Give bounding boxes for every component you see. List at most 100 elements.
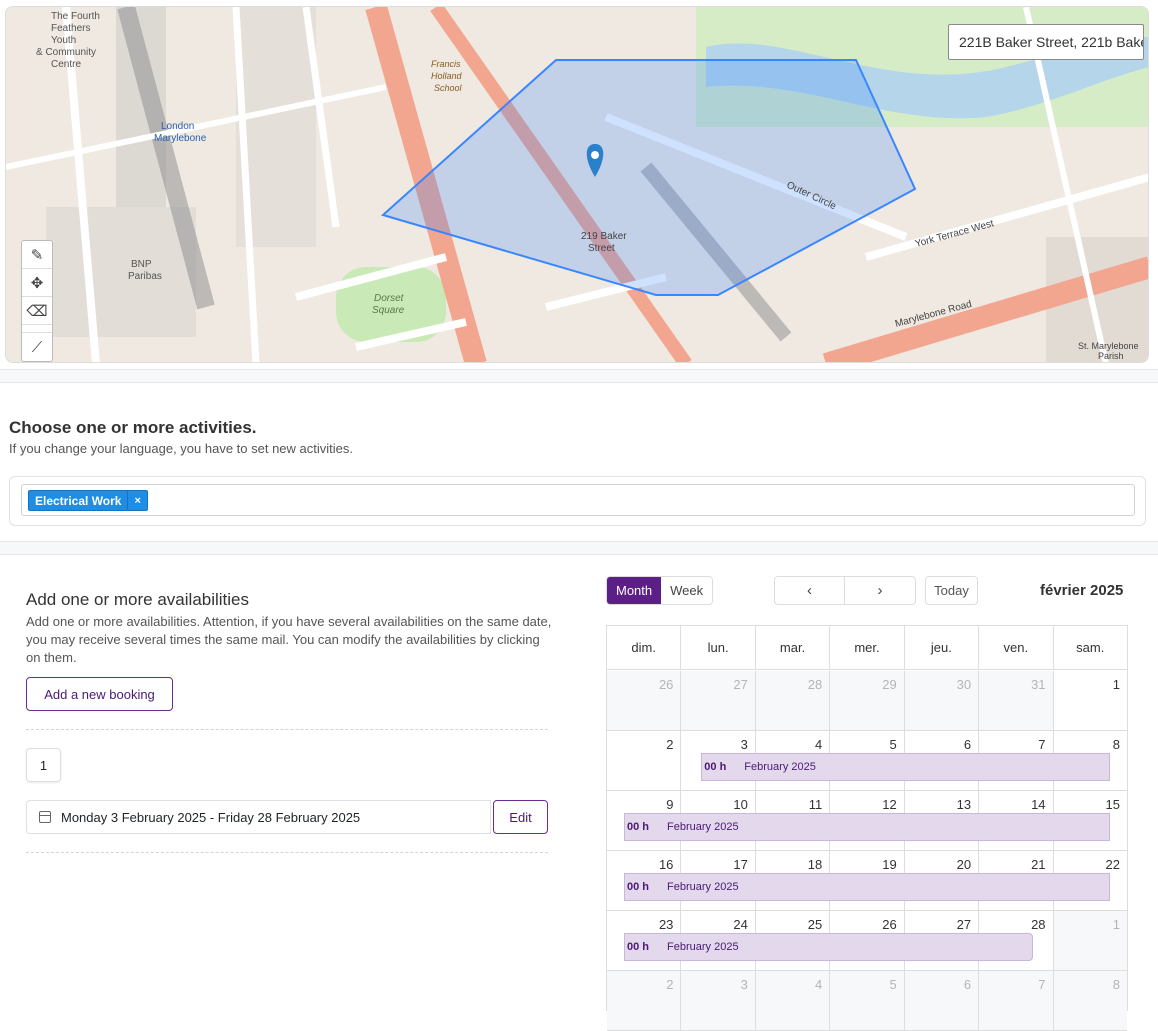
calendar-day-cell[interactable]: 2 bbox=[607, 731, 682, 790]
svg-text:Parish: Parish bbox=[1098, 351, 1124, 361]
day-number: 16 bbox=[658, 857, 674, 872]
map-search-input[interactable]: 221B Baker Street, 221b Baker Street, Lo… bbox=[948, 24, 1144, 60]
day-number: 28 bbox=[807, 677, 823, 692]
calendar-icon bbox=[39, 811, 51, 823]
availability-event[interactable]: 00 h February 2025 bbox=[624, 873, 1110, 901]
day-number: 13 bbox=[956, 797, 972, 812]
event-title: February 2025 bbox=[667, 881, 739, 893]
svg-text:Francis: Francis bbox=[431, 59, 461, 69]
edit-range-button[interactable]: Edit bbox=[493, 800, 548, 834]
availability-event[interactable]: 00 h February 2025 bbox=[624, 813, 1110, 841]
dashed-divider bbox=[26, 729, 548, 730]
month-view-button[interactable]: Month bbox=[607, 577, 662, 604]
svg-text:Youth: Youth bbox=[51, 35, 76, 46]
day-number: 4 bbox=[815, 977, 823, 992]
day-number: 8 bbox=[1112, 737, 1120, 752]
svg-text:Square: Square bbox=[372, 305, 405, 316]
day-number: 17 bbox=[733, 857, 748, 872]
day-number: 25 bbox=[807, 917, 823, 932]
availability-index[interactable]: 1 bbox=[26, 748, 61, 782]
activities-title: Choose one or more activities. bbox=[9, 418, 257, 437]
availability-event[interactable]: 00 h February 2025 bbox=[701, 753, 1110, 781]
calendar-day-cell[interactable]: 7 bbox=[979, 971, 1054, 1030]
day-number: 3 bbox=[740, 977, 748, 992]
calendar-day-cell[interactable]: 8 bbox=[1053, 971, 1127, 1030]
calendar-day-cell[interactable]: 1 bbox=[1053, 911, 1127, 970]
calendar-day-cell[interactable]: 6 bbox=[904, 971, 980, 1030]
map-canvas: The Fourth Feathers Youth & Community Ce… bbox=[6, 7, 1148, 362]
map-draw-toolbar: ✎ ✥ ⌫ ⟋ bbox=[21, 240, 53, 362]
dashed-divider bbox=[26, 852, 548, 853]
day-number: 12 bbox=[882, 797, 897, 812]
calendar-day-cell[interactable]: 3 bbox=[681, 971, 756, 1030]
day-number: 3 bbox=[740, 737, 748, 752]
date-range-text: Monday 3 February 2025 - Friday 28 Febru… bbox=[61, 809, 361, 825]
svg-text:Centre: Centre bbox=[51, 59, 81, 70]
activities-panel: Electrical Work × bbox=[9, 476, 1146, 526]
day-number: 21 bbox=[1031, 857, 1046, 872]
day-name: lun. bbox=[681, 626, 756, 669]
svg-text:219 Baker: 219 Baker bbox=[581, 231, 627, 242]
day-number: 27 bbox=[733, 677, 748, 692]
svg-text:Holland: Holland bbox=[431, 71, 463, 81]
svg-text:Street: Street bbox=[588, 243, 615, 254]
calendar-day-cell[interactable]: 4 bbox=[755, 971, 831, 1030]
svg-text:St. Marylebone: St. Marylebone bbox=[1078, 341, 1139, 351]
day-name: ven. bbox=[979, 626, 1054, 669]
calendar-week-row: 26 27 28 29 30 31 1 bbox=[607, 671, 1127, 731]
month-calendar: dim. lun. mar. mer. jeu. ven. sam. 26 27 2… bbox=[606, 625, 1128, 1031]
activities-select[interactable]: Electrical Work × bbox=[21, 484, 1135, 516]
calendar-day-cell[interactable]: 28 bbox=[755, 671, 831, 730]
calendar-title: février 2025 bbox=[1040, 582, 1124, 599]
day-number: 11 bbox=[808, 797, 823, 812]
day-number: 7 bbox=[1038, 737, 1046, 752]
event-title: February 2025 bbox=[744, 761, 816, 773]
svg-text:School: School bbox=[434, 83, 463, 93]
edit-vertex-icon[interactable]: ⟋ bbox=[22, 333, 52, 361]
prev-month-button[interactable]: ‹ bbox=[775, 577, 845, 604]
day-number: 2 bbox=[666, 977, 674, 992]
draw-polygon-icon[interactable]: ✎ bbox=[22, 241, 52, 269]
add-booking-button[interactable]: Add a new booking bbox=[26, 677, 173, 711]
calendar-day-cell[interactable]: 29 bbox=[830, 671, 905, 730]
calendar-day-cell[interactable]: 31 bbox=[979, 671, 1054, 730]
day-number: 31 bbox=[1031, 677, 1046, 692]
svg-text:Feathers: Feathers bbox=[51, 23, 90, 34]
calendar-day-cell[interactable]: 1 bbox=[1054, 671, 1127, 730]
day-number: 8 bbox=[1112, 977, 1120, 992]
svg-text:Dorset: Dorset bbox=[374, 293, 405, 304]
calendar-day-cell[interactable]: 5 bbox=[830, 971, 905, 1030]
eraser-icon[interactable]: ⌫ bbox=[22, 297, 52, 325]
day-name: mer. bbox=[830, 626, 905, 669]
day-number: 2 bbox=[666, 737, 674, 752]
svg-text:The Fourth: The Fourth bbox=[51, 11, 100, 22]
today-button[interactable]: Today bbox=[925, 576, 978, 605]
availability-event[interactable]: 00 h February 2025 bbox=[624, 933, 1033, 961]
event-time: 00 h bbox=[627, 821, 650, 833]
calendar-day-cell[interactable]: 26 bbox=[607, 671, 682, 730]
calendar-day-cell[interactable]: 27 bbox=[681, 671, 756, 730]
calendar-day-cell[interactable]: 2 bbox=[607, 971, 682, 1030]
date-range-field[interactable]: Monday 3 February 2025 - Friday 28 Febru… bbox=[26, 800, 491, 834]
map-view[interactable]: The Fourth Feathers Youth & Community Ce… bbox=[5, 6, 1149, 363]
day-number: 29 bbox=[882, 677, 897, 692]
day-number: 22 bbox=[1105, 857, 1120, 872]
day-number: 26 bbox=[658, 677, 674, 692]
day-number: 1 bbox=[1112, 917, 1120, 932]
day-number: 1 bbox=[1112, 677, 1120, 692]
calendar-header: dim. lun. mar. mer. jeu. ven. sam. bbox=[607, 626, 1127, 670]
calendar-day-cell[interactable]: 30 bbox=[904, 671, 980, 730]
next-month-button[interactable]: › bbox=[845, 577, 915, 604]
section-divider bbox=[0, 369, 1158, 383]
week-view-button[interactable]: Week bbox=[661, 577, 713, 604]
svg-text:& Community: & Community bbox=[36, 47, 96, 58]
day-number: 6 bbox=[963, 977, 972, 992]
day-number: 26 bbox=[882, 917, 897, 932]
day-number: 28 bbox=[1031, 917, 1046, 932]
day-number: 5 bbox=[889, 737, 897, 752]
calendar-view-toggle: Month Week bbox=[606, 576, 714, 605]
remove-tag-button[interactable]: × bbox=[127, 491, 146, 510]
move-icon[interactable]: ✥ bbox=[22, 269, 52, 297]
activity-tag-label: Electrical Work bbox=[35, 493, 122, 508]
calendar-week-row: 2 3 4 5 6 7 8 bbox=[607, 971, 1127, 1031]
